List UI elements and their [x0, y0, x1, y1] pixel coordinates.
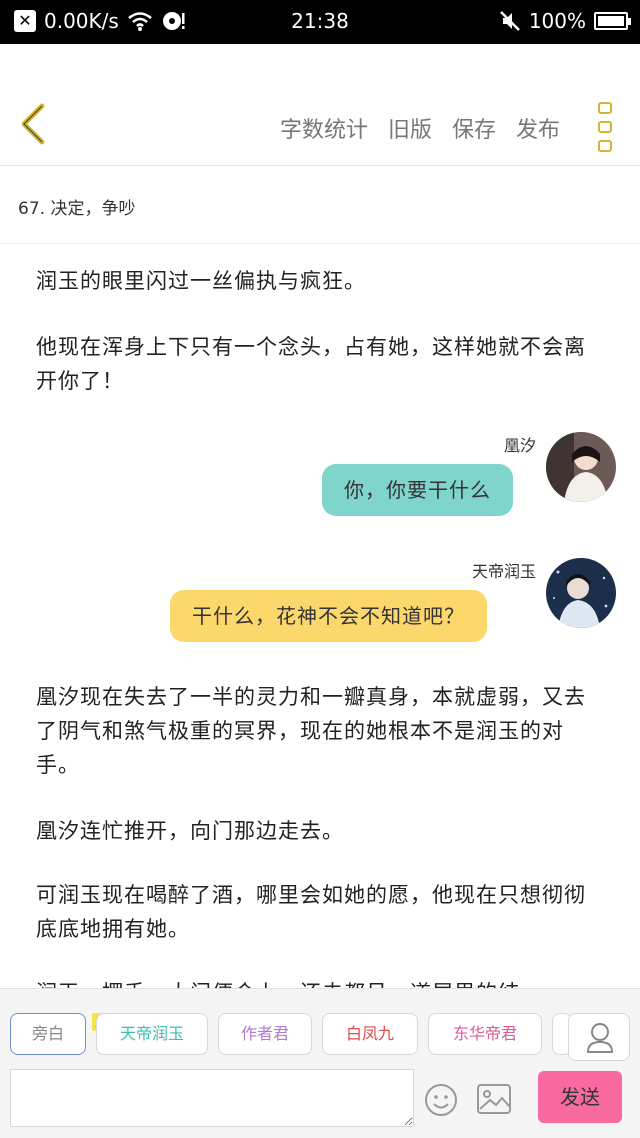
save-button[interactable]: 保存	[452, 112, 496, 144]
status-bar: ✕ 0.00K/s 21:38 100%	[0, 0, 640, 44]
paragraph: 凰汐现在失去了一半的灵力和一瓣真身，本就虚弱，又去了阴气和煞气极重的冥界，现在的…	[36, 685, 586, 777]
paragraph: 可润玉现在喝醉了酒，哪里会如她的愿，他现在只想彻彻底底地拥有她。	[36, 883, 586, 941]
more-dot	[598, 140, 612, 152]
role-button[interactable]: 天帝润玉	[96, 1013, 208, 1055]
avatar[interactable]	[546, 432, 616, 502]
role-button[interactable]: 东华帝君	[428, 1013, 542, 1055]
role-narration-button[interactable]: 旁白	[10, 1013, 86, 1055]
composer-panel: 旁白 主 天帝润玉 作者君 白凤九 东华帝君 发送	[0, 988, 640, 1138]
more-dot	[598, 102, 612, 114]
avatar[interactable]	[546, 558, 616, 628]
battery-percent: 100%	[528, 9, 586, 33]
role-button[interactable]: 作者君	[218, 1013, 312, 1055]
paragraph: 润玉一摆手，大门便合上，还未都吊，道屋里的结	[36, 976, 606, 988]
editor-toolbar: 字数统计 旧版 保存 发布	[0, 44, 640, 166]
image-icon[interactable]	[476, 1083, 512, 1115]
status-right: 100%	[499, 9, 631, 33]
battery-icon	[594, 12, 631, 30]
paragraph: 他现在浑身上下只有一个念头，占有她，这样她就不会离开你了！	[36, 335, 586, 393]
speaker-name: 天帝润玉	[471, 562, 536, 581]
word-count-button[interactable]: 字数统计	[280, 112, 368, 144]
send-button[interactable]: 发送	[538, 1071, 622, 1123]
mute-icon	[499, 11, 520, 31]
message-bubble[interactable]: 干什么，花神不会不知道吧？	[170, 590, 487, 642]
paragraph: 凰汐连忙推开，向门那边走去。	[36, 819, 344, 843]
chapter-header[interactable]: 67. 决定，争吵	[0, 166, 640, 244]
role-label: 东华帝君	[452, 1024, 517, 1043]
role-button[interactable]: 白凤九	[322, 1013, 418, 1055]
message-bubble[interactable]: 你，你要干什么	[322, 464, 513, 516]
more-menu-icon[interactable]	[598, 102, 614, 152]
toolbar-actions: 字数统计 旧版 保存 发布	[280, 112, 560, 144]
publish-button[interactable]: 发布	[516, 112, 560, 144]
user-icon	[586, 1023, 614, 1053]
story-content[interactable]: 润玉的眼里闪过一丝偏执与疯狂。 他现在浑身上下只有一个念头，占有她，这样她就不会…	[0, 244, 640, 988]
role-label: 作者君	[240, 1024, 289, 1043]
back-arrow-icon[interactable]	[16, 102, 52, 146]
role-label: 天帝润玉	[119, 1024, 184, 1043]
old-version-button[interactable]: 旧版	[388, 112, 432, 144]
role-label: 白凤九	[345, 1024, 394, 1043]
chapter-title: 67. 决定，争吵	[18, 199, 136, 219]
emoji-icon[interactable]	[424, 1083, 458, 1117]
message-input[interactable]	[10, 1069, 414, 1127]
manage-roles-button[interactable]	[568, 1013, 630, 1061]
more-dot	[598, 121, 612, 133]
paragraph: 润玉的眼里闪过一丝偏执与疯狂。	[36, 269, 366, 293]
speaker-name: 凰汐	[503, 436, 536, 455]
